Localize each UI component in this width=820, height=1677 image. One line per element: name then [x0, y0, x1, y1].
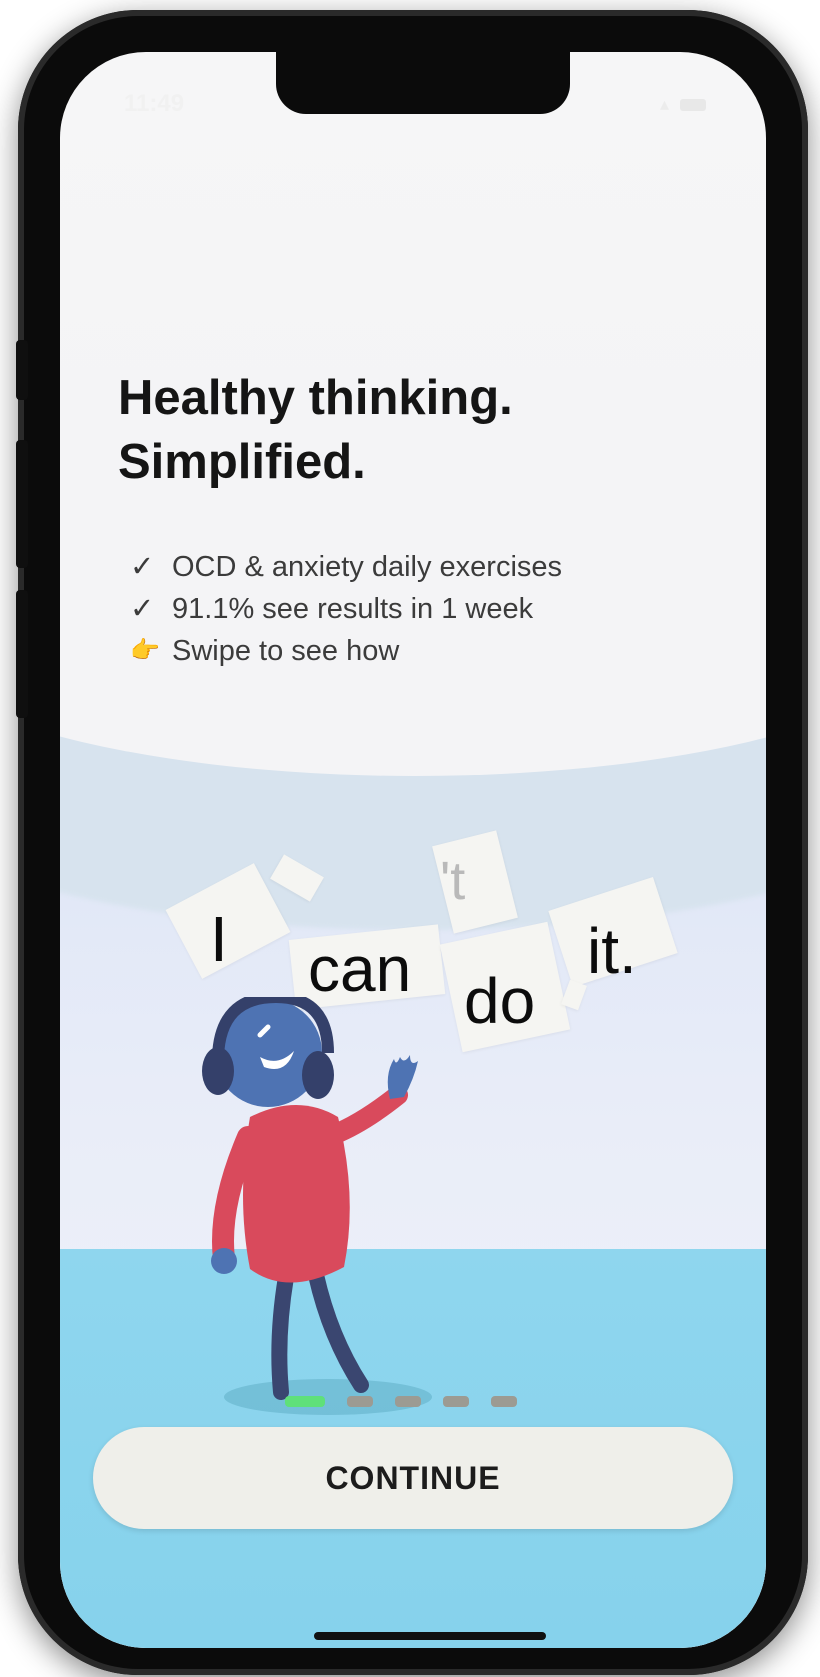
volume-down-button: [16, 590, 28, 718]
continue-button[interactable]: CONTINUE: [93, 1427, 733, 1529]
feature-text: OCD & anxiety daily exercises: [172, 551, 563, 583]
page-dot[interactable]: [491, 1396, 517, 1407]
page-dot[interactable]: [443, 1396, 469, 1407]
battery-icon: [680, 99, 706, 112]
character-leg-right: [308, 1267, 369, 1393]
mute-switch: [16, 340, 28, 400]
word-apostrophe-t: 't: [440, 851, 466, 911]
character-hand-left: [211, 1248, 237, 1274]
feature-list: ✓ OCD & anxiety daily exercises ✓ 91.1% …: [130, 546, 562, 672]
feature-text: Swipe to see how: [172, 635, 400, 667]
pointing-hand-icon: 👉: [130, 637, 160, 664]
word-it: it.: [587, 915, 637, 987]
page-dot[interactable]: [395, 1396, 421, 1407]
headline-line-2: Simplified.: [118, 435, 366, 489]
word-can: can: [308, 933, 412, 1005]
page-dot-active[interactable]: [285, 1396, 325, 1407]
character-arm-right: [323, 1085, 408, 1145]
volume-up-button: [16, 440, 28, 568]
onboarding-headline: Healthy thinking. Simplified.: [118, 366, 513, 494]
character-leg-left: [271, 1269, 294, 1400]
status-icons: ▴: [660, 94, 706, 115]
pagination-dots: [285, 1396, 517, 1407]
home-indicator[interactable]: [314, 1632, 546, 1640]
feature-item: 👉 Swipe to see how: [130, 630, 562, 672]
notch: [276, 52, 570, 114]
word-i: I: [210, 903, 228, 975]
check-icon: ✓: [130, 551, 155, 583]
headphones-left-cup: [202, 1047, 234, 1095]
page-dot[interactable]: [347, 1396, 373, 1407]
character-illustration: [202, 997, 432, 1415]
waving-hand-icon: [387, 1055, 418, 1099]
feature-item: ✓ 91.1% see results in 1 week: [130, 588, 562, 630]
feature-item: ✓ OCD & anxiety daily exercises: [130, 546, 562, 588]
check-icon: ✓: [130, 593, 155, 625]
headphones-right-cup: [302, 1051, 334, 1099]
status-time: 11:49: [124, 90, 185, 117]
feature-text: 91.1% see results in 1 week: [172, 593, 534, 625]
app-screen: 11:49 ▴ Healthy thinking. Simplified. ✓ …: [60, 52, 766, 1648]
wifi-icon: ▴: [659, 94, 669, 114]
headline-line-1: Healthy thinking.: [118, 371, 513, 425]
word-do: do: [464, 965, 536, 1037]
phone-frame: 11:49 ▴ Healthy thinking. Simplified. ✓ …: [16, 10, 808, 1675]
